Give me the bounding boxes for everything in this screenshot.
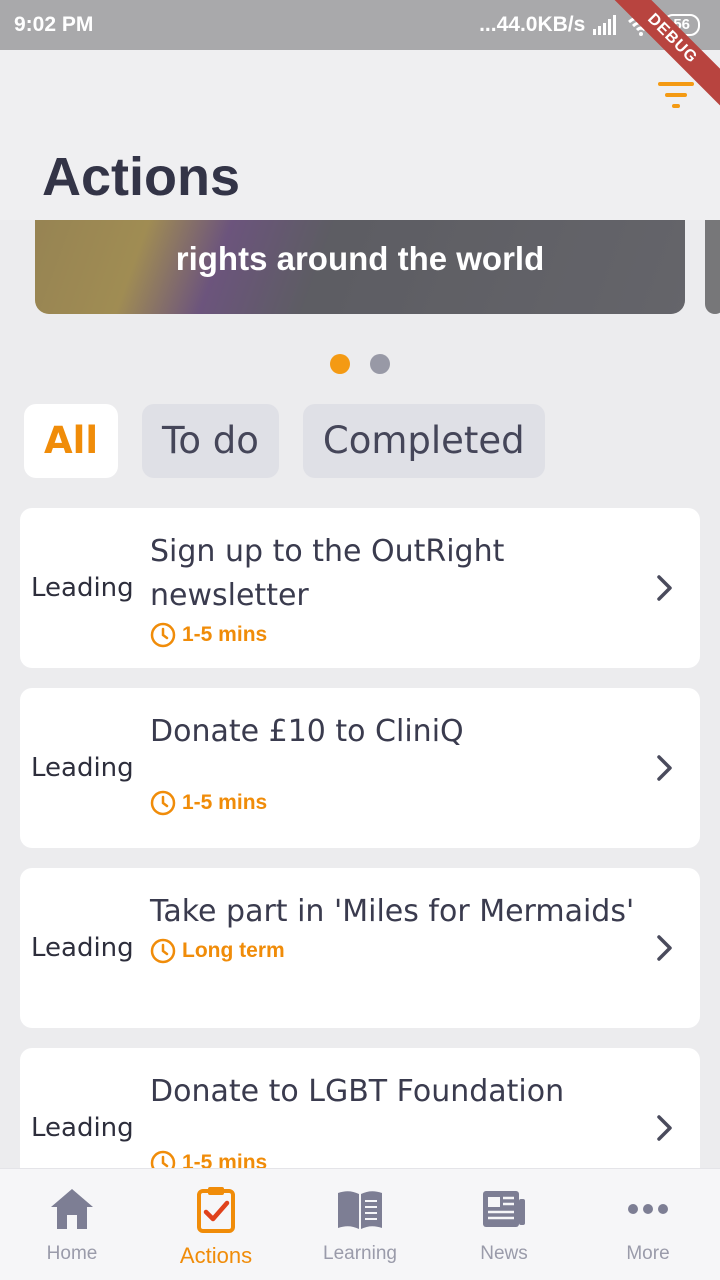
- nav-actions[interactable]: Actions: [144, 1169, 288, 1280]
- leading-label: Leading: [31, 573, 134, 603]
- app-header: Actions: [0, 50, 720, 220]
- chevron-right-icon: [657, 755, 672, 781]
- bottom-navigation: Home Actions Learning News More: [0, 1168, 720, 1280]
- nav-label: Home: [46, 1243, 98, 1264]
- network-speed: ...44.0KB/s: [479, 13, 586, 36]
- duration-text: 1-5 mins: [182, 623, 268, 646]
- leading-label: Leading: [31, 753, 134, 783]
- carousel-dot-2[interactable]: [370, 354, 390, 374]
- nav-label: News: [480, 1243, 528, 1264]
- home-icon: [51, 1189, 93, 1229]
- status-time: 9:02 PM: [14, 13, 94, 36]
- more-dots-icon: [628, 1204, 668, 1214]
- action-duration: 1-5 mins: [150, 790, 640, 816]
- list-item[interactable]: Leading Donate £10 to CliniQ 1-5 mins: [20, 688, 700, 848]
- clipboard-check-icon: [197, 1187, 235, 1233]
- newspaper-icon: [483, 1191, 525, 1227]
- page-title: Actions: [42, 147, 241, 207]
- nav-label: More: [626, 1243, 670, 1264]
- duration-text: Long term: [182, 939, 285, 962]
- action-title: Take part in 'Miles for Mermaids': [150, 894, 635, 929]
- signal-icon: [593, 15, 617, 35]
- nav-learning[interactable]: Learning: [288, 1169, 432, 1280]
- nav-label: Actions: [179, 1243, 253, 1268]
- action-duration: Long term: [150, 938, 640, 964]
- duration-text: 1-5 mins: [182, 791, 268, 814]
- chevron-right-icon: [657, 1115, 672, 1141]
- chevron-right-icon: [657, 575, 672, 601]
- book-icon: [338, 1191, 382, 1229]
- list-item[interactable]: Leading Sign up to the OutRight newslett…: [20, 508, 700, 668]
- action-title: Sign up to the OutRight newsletter: [150, 534, 505, 613]
- list-item[interactable]: Leading Take part in 'Miles for Mermaids…: [20, 868, 700, 1028]
- action-title: Donate to LGBT Foundation: [150, 1074, 565, 1109]
- clock-icon: [150, 622, 176, 648]
- carousel-dot-1[interactable]: [330, 354, 350, 374]
- nav-more[interactable]: More: [576, 1169, 720, 1280]
- nav-news[interactable]: News: [432, 1169, 576, 1280]
- status-bar: 9:02 PM ...44.0KB/s 56: [0, 0, 720, 50]
- chevron-right-icon: [657, 935, 672, 961]
- action-title: Donate £10 to CliniQ: [150, 714, 464, 749]
- banner-caption: rights around the world: [175, 240, 545, 277]
- tab-completed[interactable]: Completed: [302, 404, 545, 478]
- action-duration: 1-5 mins: [150, 622, 640, 648]
- filter-tabs: All To do Completed: [24, 404, 545, 478]
- clock-icon: [150, 938, 176, 964]
- tab-to-do[interactable]: To do: [142, 404, 279, 478]
- nav-home[interactable]: Home: [0, 1169, 144, 1280]
- clock-icon: [150, 790, 176, 816]
- carousel-dots: [330, 354, 390, 374]
- nav-label: Learning: [323, 1243, 397, 1264]
- filter-icon[interactable]: [658, 80, 694, 110]
- tab-all[interactable]: All: [24, 404, 119, 478]
- actions-list: Leading Sign up to the OutRight newslett…: [20, 508, 700, 1228]
- leading-label: Leading: [31, 933, 134, 963]
